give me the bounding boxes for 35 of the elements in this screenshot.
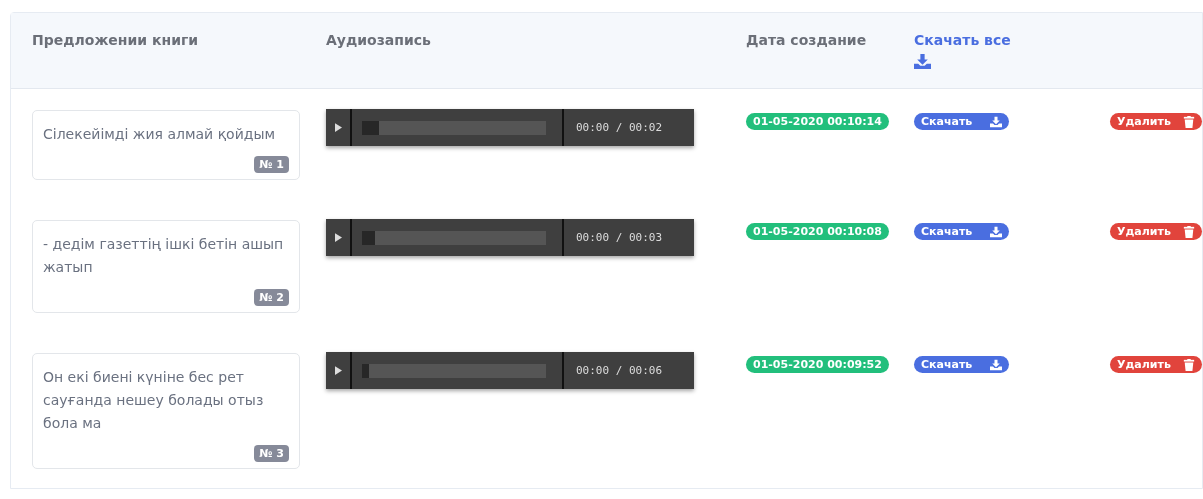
download-button[interactable]: Скачать — [914, 113, 1010, 130]
number-badge: № 2 — [254, 289, 289, 306]
date-badge: 01-05-2020 00:10:14 — [746, 113, 889, 130]
date-badge: 01-05-2020 00:09:52 — [746, 356, 889, 373]
trash-icon — [1182, 225, 1195, 238]
download-all-link[interactable]: Скачать все — [914, 32, 1011, 48]
sentence-text: Он екі биені күніне бес рет сауғанда нешеу болады отыз бола ма — [43, 368, 265, 433]
audio-player[interactable]: 00:00 / 00:02 — [326, 109, 694, 146]
column-header: Дата создание — [746, 32, 867, 48]
progress-track[interactable] — [362, 230, 546, 245]
column-header: Аудиозапись — [326, 32, 431, 48]
column-header: Предложении книги — [32, 32, 199, 48]
download-icon — [914, 54, 931, 69]
date-badge: 01-05-2020 00:10:08 — [746, 223, 889, 240]
download-icon — [990, 115, 1003, 128]
sentence-text: Сілекейімді жия алмай қойдым — [43, 125, 277, 144]
sentence-text: - дедім газеттің ішкі бетін ашып жатып — [43, 235, 285, 277]
number-badge: № 3 — [254, 445, 289, 462]
audio-time: 00:00 / 00:06 — [562, 352, 663, 389]
trash-icon — [1182, 115, 1195, 128]
audio-player[interactable]: 00:00 / 00:03 — [326, 219, 694, 256]
progress-track[interactable] — [362, 363, 546, 378]
download-button[interactable]: Скачать — [914, 223, 1010, 240]
download-icon — [990, 358, 1003, 371]
delete-button[interactable]: Удалить — [1110, 223, 1202, 240]
audio-player[interactable]: 00:00 / 00:06 — [326, 352, 694, 389]
audio-time: 00:00 / 00:02 — [562, 109, 663, 146]
trash-icon — [1182, 358, 1195, 371]
download-icon — [990, 225, 1003, 238]
progress-track[interactable] — [362, 120, 546, 135]
audio-time: 00:00 / 00:03 — [562, 219, 663, 256]
number-badge: № 1 — [254, 156, 289, 173]
delete-button[interactable]: Удалить — [1110, 113, 1202, 130]
delete-button[interactable]: Удалить — [1110, 356, 1202, 373]
download-button[interactable]: Скачать — [914, 356, 1010, 373]
